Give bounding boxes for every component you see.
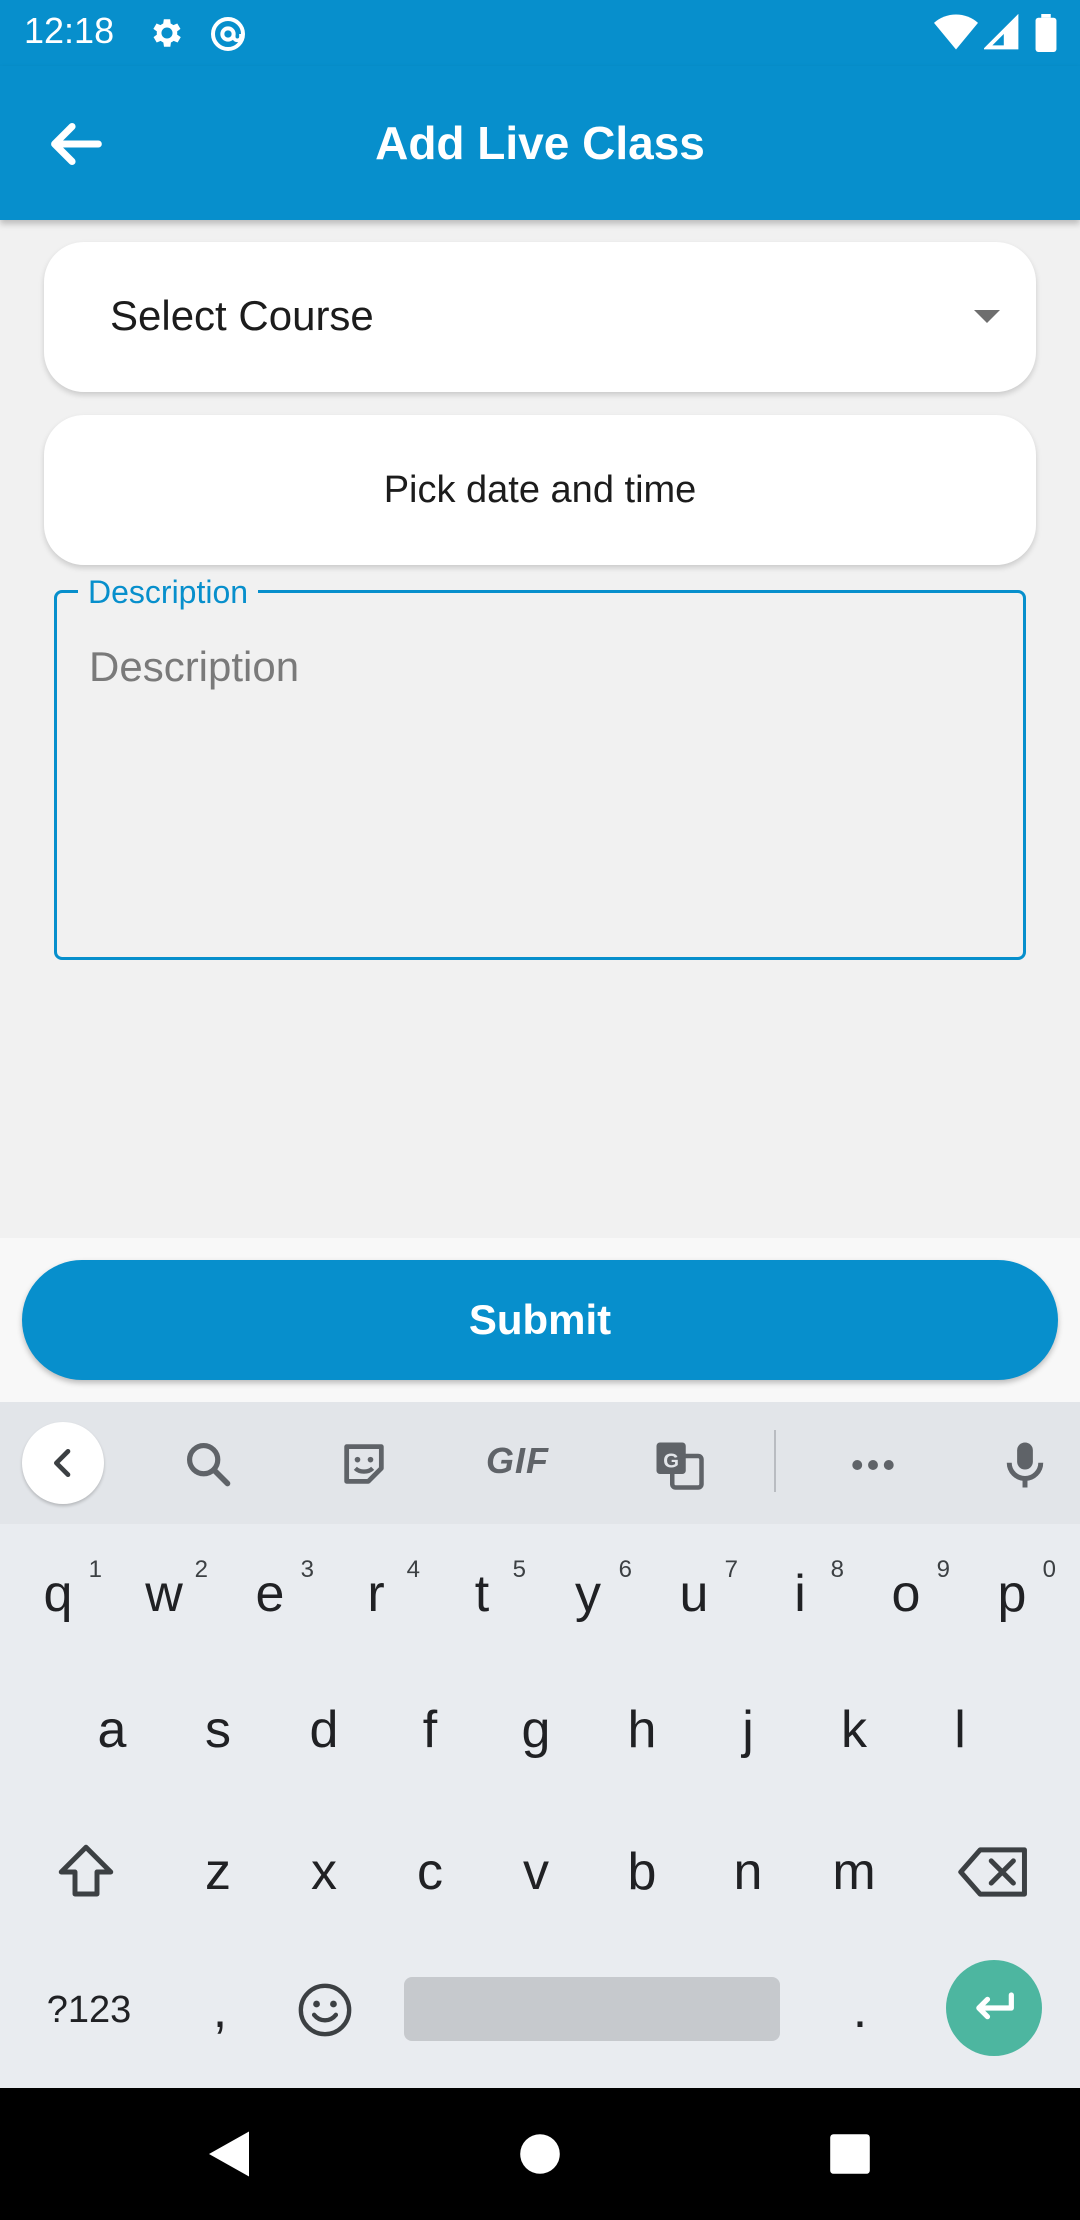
wifi-icon bbox=[934, 14, 978, 50]
recents-square-icon[interactable] bbox=[828, 2128, 872, 2180]
status-time: 12:18 bbox=[24, 10, 115, 51]
key-e[interactable]: e3 bbox=[220, 1534, 320, 1654]
description-input[interactable] bbox=[89, 643, 989, 923]
key-q[interactable]: q1 bbox=[8, 1534, 108, 1654]
app-bar: Add Live Class bbox=[0, 66, 1080, 220]
keyboard-toolbar: GIF G bbox=[0, 1402, 1080, 1524]
key-c[interactable]: c bbox=[380, 1812, 480, 1932]
backspace-icon bbox=[958, 1847, 1027, 1897]
dropdown-arrow-icon bbox=[974, 310, 1000, 323]
description-floating-label: Description bbox=[78, 574, 259, 611]
enter-arrow-icon bbox=[976, 1992, 1014, 2020]
key-o[interactable]: o9 bbox=[856, 1534, 956, 1654]
key-p[interactable]: p0 bbox=[962, 1534, 1062, 1654]
submit-button[interactable]: Submit bbox=[22, 1260, 1058, 1380]
key-r[interactable]: r4 bbox=[326, 1534, 426, 1654]
enter-key[interactable] bbox=[946, 1960, 1042, 2056]
emoji-key[interactable] bbox=[270, 1950, 380, 2070]
toolbar-divider bbox=[774, 1430, 776, 1492]
key-x[interactable]: x bbox=[274, 1812, 374, 1932]
key-u[interactable]: u7 bbox=[644, 1534, 744, 1654]
key-k[interactable]: k bbox=[804, 1670, 904, 1790]
date-time-picker-label: Pick date and time bbox=[383, 469, 697, 511]
page-title: Add Live Class bbox=[375, 117, 705, 169]
signal-icon bbox=[984, 14, 1019, 50]
key-a[interactable]: a bbox=[62, 1670, 162, 1790]
gear-icon bbox=[153, 19, 181, 47]
key-g[interactable]: g bbox=[486, 1670, 586, 1790]
key-v[interactable]: v bbox=[486, 1812, 586, 1932]
at-sign-icon bbox=[211, 17, 245, 51]
emoji-icon bbox=[298, 1983, 352, 2037]
shift-icon bbox=[58, 1844, 114, 1897]
battery-icon bbox=[1035, 14, 1057, 52]
key-w[interactable]: w2 bbox=[114, 1534, 214, 1654]
key-s[interactable]: s bbox=[168, 1670, 268, 1790]
key-y[interactable]: y6 bbox=[538, 1534, 638, 1654]
date-time-picker-button[interactable]: Pick date and time bbox=[44, 415, 1036, 565]
mic-icon[interactable] bbox=[998, 1438, 1052, 1492]
gif-icon[interactable]: GIF bbox=[486, 1440, 549, 1482]
translate-icon[interactable]: G bbox=[652, 1438, 706, 1492]
key-h[interactable]: h bbox=[592, 1670, 692, 1790]
key-t[interactable]: t5 bbox=[432, 1534, 532, 1654]
key-i[interactable]: i8 bbox=[750, 1534, 850, 1654]
period-key[interactable]: . bbox=[810, 1950, 910, 2070]
keyboard-collapse-button[interactable] bbox=[22, 1422, 104, 1504]
back-triangle-icon[interactable] bbox=[204, 2128, 254, 2180]
key-b[interactable]: b bbox=[592, 1812, 692, 1932]
svg-text:G: G bbox=[663, 1450, 679, 1472]
key-f[interactable]: f bbox=[380, 1670, 480, 1790]
key-j[interactable]: j bbox=[698, 1670, 798, 1790]
status-bar: 12:18 bbox=[0, 0, 1080, 66]
description-field[interactable] bbox=[54, 590, 1026, 960]
key-d[interactable]: d bbox=[274, 1670, 374, 1790]
symbols-key[interactable]: ?123 bbox=[14, 1950, 164, 2070]
key-n[interactable]: n bbox=[698, 1812, 798, 1932]
key-z[interactable]: z bbox=[168, 1812, 268, 1932]
backspace-key[interactable] bbox=[934, 1812, 1054, 1932]
course-select-label: Select Course bbox=[110, 292, 374, 339]
course-select[interactable]: Select Course bbox=[44, 242, 1036, 392]
more-icon[interactable] bbox=[846, 1438, 900, 1492]
key-l[interactable]: l bbox=[910, 1670, 1010, 1790]
chevron-left-icon bbox=[54, 1449, 71, 1477]
comma-key[interactable]: , bbox=[170, 1950, 270, 2070]
key-m[interactable]: m bbox=[804, 1812, 904, 1932]
shift-key[interactable] bbox=[26, 1812, 146, 1932]
search-icon[interactable] bbox=[182, 1438, 234, 1490]
sticker-icon[interactable] bbox=[338, 1438, 390, 1490]
system-nav-bar bbox=[0, 2088, 1080, 2220]
home-circle-icon[interactable] bbox=[518, 2128, 562, 2180]
space-key[interactable] bbox=[404, 1977, 780, 2041]
